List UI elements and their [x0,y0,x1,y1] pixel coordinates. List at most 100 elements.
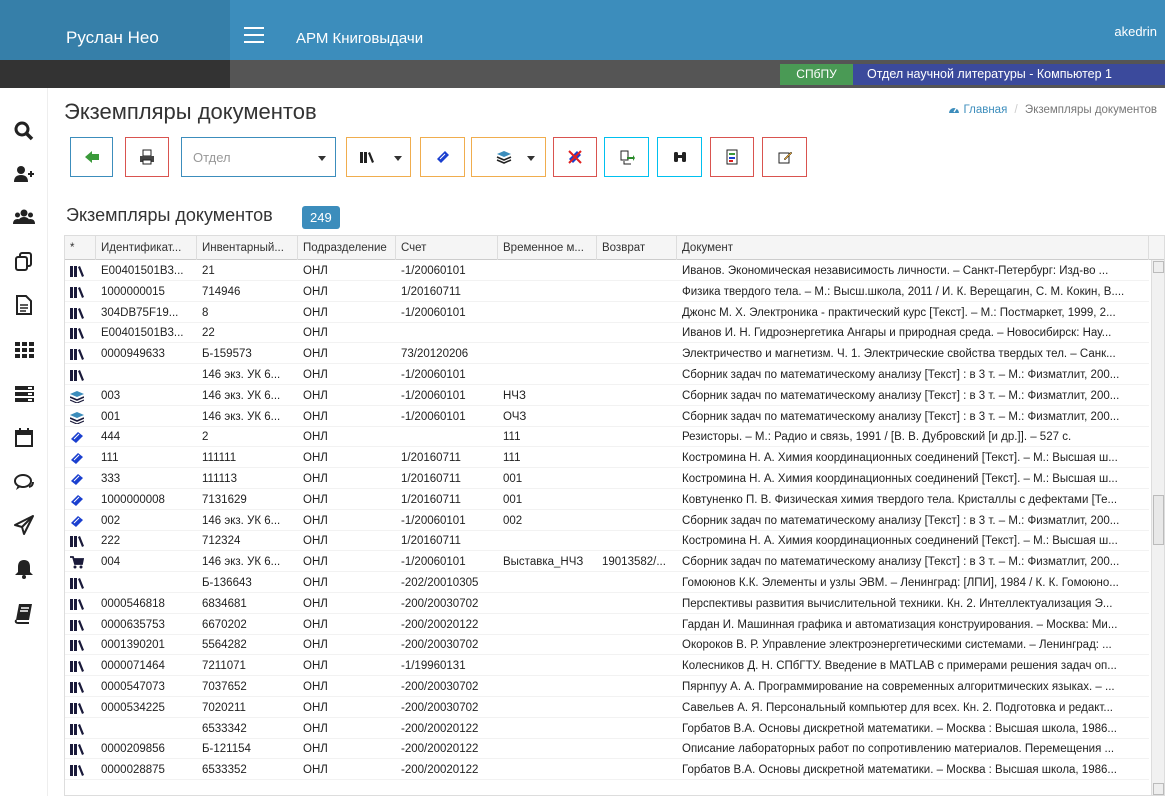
view-mode-dropdown[interactable] [346,137,411,177]
bell-icon[interactable] [13,558,35,580]
column-header[interactable]: Возврат [597,236,677,260]
table-row[interactable]: 0000949633 Б-159573 ОНЛ 73/20120206 Электрич… [65,345,1149,365]
table-cell-ret [597,324,677,343]
table-cell-doc: Сборник задач по математическому анализу… [682,514,1120,527]
books-icon [70,743,84,756]
table-row[interactable]: 6533342 ОНЛ -200/20020122 Горбатов В.А. Осн… [65,720,1149,739]
list-icon[interactable] [13,382,35,404]
breadcrumb: Главная / Экземпляры документов [948,104,1157,116]
search-icon[interactable] [13,120,35,142]
remove-tag-button[interactable] [553,137,597,177]
breadcrumb-separator: / [1014,104,1018,116]
vertical-scrollbar[interactable] [1151,260,1164,795]
table-cell-temp [498,262,597,281]
table-row[interactable]: 0000209856 Б-121154 ОНЛ -200/20020122 Описан… [65,740,1149,760]
table-row[interactable]: E00401501B3... 21 ОНЛ -1/20060101 Иванов. Эк… [65,262,1149,281]
scroll-down-icon[interactable] [1153,783,1164,795]
stack-icon [69,390,85,404]
user-menu[interactable]: akedrin [1114,24,1157,39]
column-header[interactable]: Инвентарный... [197,236,298,260]
send-icon[interactable] [13,514,35,536]
table-cell-dept: ОНЛ [303,410,328,423]
department-select[interactable]: Отдел [181,137,336,177]
table-cell-ret [597,678,677,697]
table-cell-inv: 712324 [202,535,241,548]
table-row[interactable]: 001 146 экз. УК 6... ОНЛ -1/20060101 ОЧЗ Сбор… [65,408,1149,427]
table-row[interactable]: 004 146 экз. УК 6... ОНЛ -1/20060101 Выставк… [65,553,1149,573]
table-cell-dept: ОНЛ [303,265,328,277]
table-cell-ret [597,366,677,385]
table-cell-id: 1000000008 [101,493,165,506]
table-cell-inv: 21 [202,265,215,277]
table-cell-acc: -1/20060101 [401,389,466,402]
table-cell-acc: 1/20160711 [401,285,461,298]
table-cell-inv: 6670202 [202,618,247,631]
users-icon[interactable] [13,207,35,229]
table-row[interactable]: Б-136643 ОНЛ -202/20010305 Гомоюнов К.К. Эл… [65,574,1149,593]
grid-icon[interactable] [13,338,35,360]
calendar-icon[interactable] [13,426,35,448]
table-cell-inv: 22 [202,327,215,340]
print-icon [140,149,154,165]
transfer-button[interactable] [604,137,649,177]
table-row[interactable]: 0000546818 6834681 ОНЛ -200/20030702 Перспек… [65,595,1149,614]
table-cell-inv: 8 [202,306,209,319]
table-row[interactable]: 222 712324 ОНЛ 1/20160711 Костромина Н. А. Х… [65,532,1149,552]
table-row[interactable]: 146 экз. УК 6... ОНЛ -1/20060101 Сборник за… [65,366,1149,385]
table-cell-id: 0000546818 [101,597,165,610]
column-header[interactable]: Временное м... [498,236,597,260]
edit-button[interactable] [762,137,807,177]
copies-dropdown[interactable] [471,137,546,177]
table-row[interactable]: E00401501B3... 22 ОНЛ Иванов И. Н. Гидроэне… [65,324,1149,344]
table-cell-doc: Горбатов В.А. Основы дискретной математи… [682,722,1117,735]
menu-toggle-icon[interactable] [244,27,264,43]
scrollbar-thumb[interactable] [1153,495,1164,545]
print-button[interactable] [125,137,169,177]
table-cell-doc: Джонс М. Х. Электроника - практический к… [682,306,1116,319]
table-row[interactable]: 444 2 ОНЛ 111 Резисторы. – М.: Радио и связь… [65,428,1149,448]
tag-button[interactable] [420,137,465,177]
table-cell-inv: 146 экз. УК 6... [202,369,281,381]
table-row[interactable]: 1000000015 714946 ОНЛ 1/20160711 Физика твер… [65,283,1149,302]
table-cell-acc: -1/20060101 [401,306,466,319]
add-user-icon[interactable] [13,164,35,186]
comments-icon[interactable] [13,471,35,493]
table-row[interactable]: 0000534225 7020211 ОНЛ -200/20030702 Савелье… [65,699,1149,718]
brand-name[interactable]: Руслан Нео [66,28,159,48]
table-row[interactable]: 304DB75F19... 8 ОНЛ -1/20060101 Джонс М. Х. … [65,304,1149,323]
table-row[interactable]: 002 146 экз. УК 6... ОНЛ -1/20060101 002 Сбор… [65,512,1149,531]
column-header[interactable]: Счет [396,236,498,260]
table-row[interactable]: 111 111111 ОНЛ 1/20160711 111 Костромина Н. А… [65,449,1149,469]
book-icon[interactable] [13,602,35,624]
table-cell-doc: Перспективы развития вычислительной техн… [682,597,1113,610]
table-cell-temp: 111 [503,452,521,465]
table-cell-temp: Выставка_НЧЗ [503,556,584,569]
column-header[interactable]: Подразделение [298,236,396,260]
table-row[interactable]: 1000000008 7131629 ОНЛ 1/20160711 001 Ковтуне… [65,491,1149,510]
table-cell-doc: Савельев А. Я. Персональный компьютер дл… [682,701,1113,714]
table-row[interactable]: 0000071464 7211071 ОНЛ -1/19960131 Колеснико… [65,657,1149,677]
find-button[interactable] [657,137,702,177]
table-cell-dept: ОНЛ [303,473,328,485]
table-cell-acc: -200/20020122 [401,764,479,777]
sidebar [0,88,48,796]
table-row[interactable]: 0000028875 6533352 ОНЛ -200/20020122 Горбато… [65,761,1149,781]
table-cell-ret [597,595,677,614]
table-row[interactable]: 0000547073 7037652 ОНЛ -200/20030702 Пярнпуу… [65,678,1149,697]
table-cell-id: 0000534225 [101,701,165,714]
table-row[interactable]: 333 111113 ОНЛ 1/20160711 001 Костромина Н. А… [65,470,1149,489]
table-row[interactable]: 003 146 экз. УК 6... ОНЛ -1/20060101 НЧЗ Сбор… [65,387,1149,406]
column-header[interactable]: Идентификат... [96,236,197,260]
column-header[interactable]: * [65,236,96,260]
document-icon[interactable] [13,294,35,316]
table-row[interactable]: 0000635753 6670202 ОНЛ -200/20020122 Гардан … [65,616,1149,635]
breadcrumb-home[interactable]: Главная [948,104,1010,116]
report-button[interactable] [710,137,754,177]
copy-icon[interactable] [13,250,35,272]
table-cell-ret: 19013582/... [602,556,666,569]
back-button[interactable] [70,137,113,177]
books-icon [70,681,84,694]
table-row[interactable]: 0001390201 5564282 ОНЛ -200/20030702 Окороко… [65,636,1149,656]
column-header[interactable]: Документ [677,236,1149,260]
scroll-up-icon[interactable] [1153,261,1164,273]
